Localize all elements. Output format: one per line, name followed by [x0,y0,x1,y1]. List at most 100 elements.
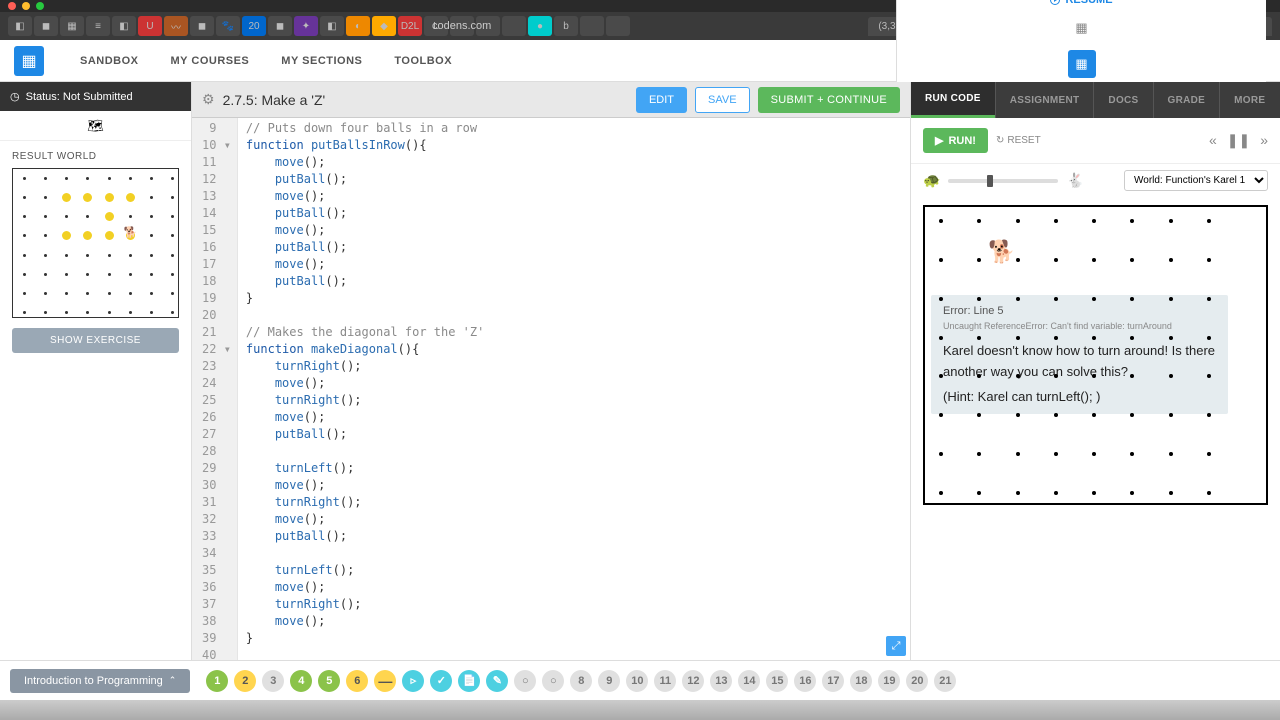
lesson-dot[interactable]: 3 [262,670,284,692]
lesson-dot[interactable]: 9 [598,670,620,692]
run-button[interactable]: ▶ RUN! [923,128,988,153]
bookmark-icon[interactable]: 🐾 [216,16,240,36]
lesson-dot[interactable]: ▹ [402,670,424,692]
lesson-dot[interactable]: 12 [682,670,704,692]
right-tab-grade[interactable]: GRADE [1153,82,1220,118]
right-tabs: RUN CODEASSIGNMENTDOCSGRADEMORE [911,82,1280,118]
lesson-dot[interactable]: 📄 [458,670,480,692]
apple-icon[interactable] [606,16,630,36]
lesson-dot[interactable]: 1 [206,670,228,692]
lesson-dot[interactable]: 14 [738,670,760,692]
lesson-dot[interactable]: 10 [626,670,648,692]
lesson-dot[interactable]: 6 [346,670,368,692]
right-tab-run-code[interactable]: RUN CODE [911,82,995,118]
nav-item-sandbox[interactable]: SANDBOX [64,55,155,67]
expand-icon[interactable]: ⤢ [886,636,906,656]
lesson-dot[interactable]: 20 [906,670,928,692]
left-tab-world[interactable]: 🗺 [0,111,191,141]
bookmark-icon[interactable]: 〰 [164,16,188,36]
course-name[interactable]: Introduction to Programming ⌃ [10,669,190,693]
lesson-dot[interactable]: ✎ [486,670,508,692]
bookmark-icon[interactable] [502,16,526,36]
reset-button[interactable]: ↻ RESET [996,135,1041,146]
nav-item-my-sections[interactable]: MY SECTIONS [265,55,378,67]
grid-icon[interactable]: ▦ [1075,20,1087,36]
rabbit-icon: 🐇 [1066,172,1083,189]
avatar[interactable]: ▦ [1068,50,1096,78]
logo-icon[interactable]: ▦ [14,46,44,76]
show-exercise-button[interactable]: SHOW EXERCISE [12,328,179,353]
bookmark-icon[interactable]: b [554,16,578,36]
nav-item-toolbox[interactable]: TOOLBOX [378,55,468,67]
result-world-label: RESULT WORLD [0,141,191,168]
right-tab-docs[interactable]: DOCS [1093,82,1152,118]
bookmark-icon[interactable]: ◧ [112,16,136,36]
speed-row: 🐢 🐇 World: Function's Karel 1 [911,164,1280,201]
lesson-dot[interactable]: 5 [318,670,340,692]
bookmark-icon[interactable]: U [138,16,162,36]
status-bar: ◷ Status: Not Submitted [0,82,191,111]
nav-item-my-courses[interactable]: MY COURSES [155,55,266,67]
lesson-dot[interactable]: 11 [654,670,676,692]
lesson-dot[interactable]: 2 [234,670,256,692]
url-bar[interactable]: codens.com [432,20,491,32]
rewind-icon[interactable]: « [1209,132,1217,149]
lesson-dot[interactable]: 19 [878,670,900,692]
lesson-dot[interactable]: 13 [710,670,732,692]
run-label: RUN! [948,135,976,147]
chevron-up-icon: ⌃ [169,675,177,686]
code-editor[interactable]: 9 10 ▾11 12 13 14 15 16 17 18 19 20 21 2… [192,118,910,660]
error-message: Karel doesn't know how to turn around! I… [943,341,1216,383]
error-hint: (Hint: Karel can turnLeft(); ) [943,389,1216,404]
bookmark-icon[interactable]: ≡ [86,16,110,36]
bookmark-icon[interactable]: ▦ [60,16,84,36]
bookmark-icon[interactable]: ◆ [372,16,396,36]
bookmark-icon[interactable]: 20 [242,16,266,36]
world-select[interactable]: World: Function's Karel 1 [1124,170,1268,191]
bookmark-icon[interactable]: ◼ [268,16,292,36]
bottom-bar: Introduction to Programming ⌃ 123456—▹✓📄… [0,660,1280,700]
forward-icon[interactable]: » [1260,132,1268,149]
turtle-icon: 🐢 [923,172,940,189]
lesson-dot[interactable]: 4 [290,670,312,692]
apple-icon[interactable] [580,16,604,36]
right-tab-more[interactable]: MORE [1219,82,1279,118]
lesson-dot[interactable]: ○ [514,670,536,692]
lesson-dot[interactable]: 16 [794,670,816,692]
lesson-dot[interactable]: 21 [934,670,956,692]
bookmark-icon[interactable]: ✦ [294,16,318,36]
bookmark-icon[interactable]: D2L [398,16,422,36]
speed-slider[interactable] [948,179,1058,183]
max-dot[interactable] [36,2,44,10]
bookmark-icon[interactable]: ◐ [346,16,370,36]
karel-world: 🐕 Error: Line 5 Uncaught ReferenceError:… [923,205,1268,505]
submit-continue-button[interactable]: SUBMIT + CONTINUE [758,87,900,113]
lesson-dot[interactable]: ✓ [430,670,452,692]
gear-icon[interactable]: ⚙ [202,91,215,108]
bookmark-icon[interactable]: ◼ [190,16,214,36]
bookmark-icon[interactable]: ◼ [34,16,58,36]
result-world-grid: 🐕 [12,168,179,318]
save-button[interactable]: SAVE [695,87,750,113]
editor-panel: ⚙ 2.7.5: Make a 'Z' EDIT SAVE SUBMIT + C… [192,82,910,660]
bookmark-icon[interactable]: ◧ [320,16,344,36]
right-panel: RUN CODEASSIGNMENTDOCSGRADEMORE ▶ RUN! ↻… [910,82,1280,660]
lesson-dot[interactable]: 17 [822,670,844,692]
lesson-dot[interactable]: 18 [850,670,872,692]
right-tab-assignment[interactable]: ASSIGNMENT [995,82,1094,118]
lesson-dot[interactable]: — [374,670,396,692]
resume-button[interactable]: RESUME [1050,0,1112,6]
edit-button[interactable]: EDIT [636,87,687,113]
pause-icon[interactable]: ❚❚ [1227,132,1250,149]
min-dot[interactable] [22,2,30,10]
bookmark-icon[interactable]: ◧ [8,16,32,36]
bookmark-icon[interactable]: ● [528,16,552,36]
error-title: Error: Line 5 [943,305,1216,317]
lesson-dot[interactable]: 15 [766,670,788,692]
resume-label: RESUME [1065,0,1112,6]
close-dot[interactable] [8,2,16,10]
lesson-dot[interactable]: 8 [570,670,592,692]
editor-header: ⚙ 2.7.5: Make a 'Z' EDIT SAVE SUBMIT + C… [192,82,910,118]
lesson-dot[interactable]: ○ [542,670,564,692]
left-panel: ◷ Status: Not Submitted 🗺 RESULT WORLD 🐕… [0,82,192,660]
